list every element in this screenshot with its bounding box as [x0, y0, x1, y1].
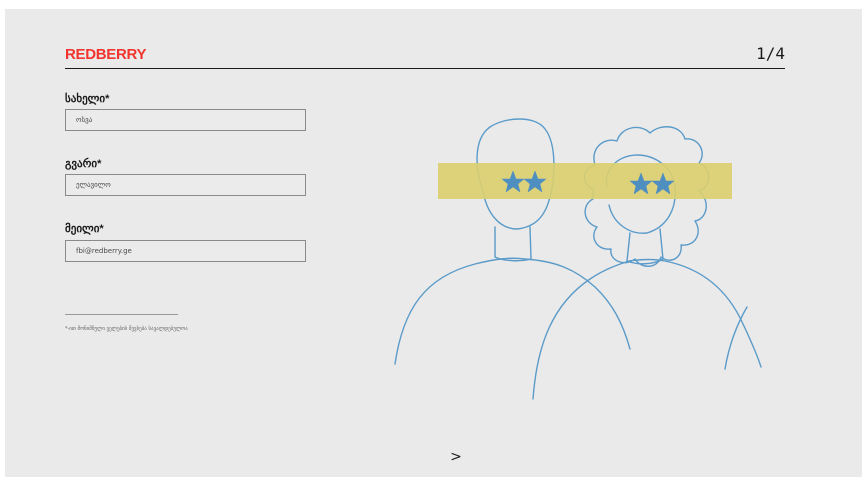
email-label: მეილი*: [65, 223, 104, 235]
two-people-illustration: [394, 118, 762, 400]
next-button[interactable]: >: [448, 448, 464, 466]
redberry-logo: REDBERRY: [65, 46, 147, 63]
required-fields-note: *-ით მონიშნული ველების შევსება სავალდებუ…: [65, 326, 188, 332]
step-indicator: 1/4: [756, 44, 785, 63]
email-input[interactable]: fbi@redberry.ge: [65, 240, 306, 262]
header-divider: [65, 68, 785, 69]
last-name-input[interactable]: ელავილო: [65, 174, 306, 196]
last-name-value: ელავილო: [76, 181, 111, 189]
note-divider: [65, 314, 178, 315]
email-value: fbi@redberry.ge: [76, 247, 132, 255]
last-name-label: გვარი*: [65, 158, 102, 170]
first-name-value: ოსვა: [76, 116, 93, 124]
page-frame: REDBERRY 1/4 სახელი* ოსვა გვარი* ელავილო…: [5, 9, 862, 477]
first-name-input[interactable]: ოსვა: [65, 109, 306, 131]
first-name-label: სახელი*: [65, 93, 110, 105]
chevron-right-icon: >: [450, 449, 462, 465]
